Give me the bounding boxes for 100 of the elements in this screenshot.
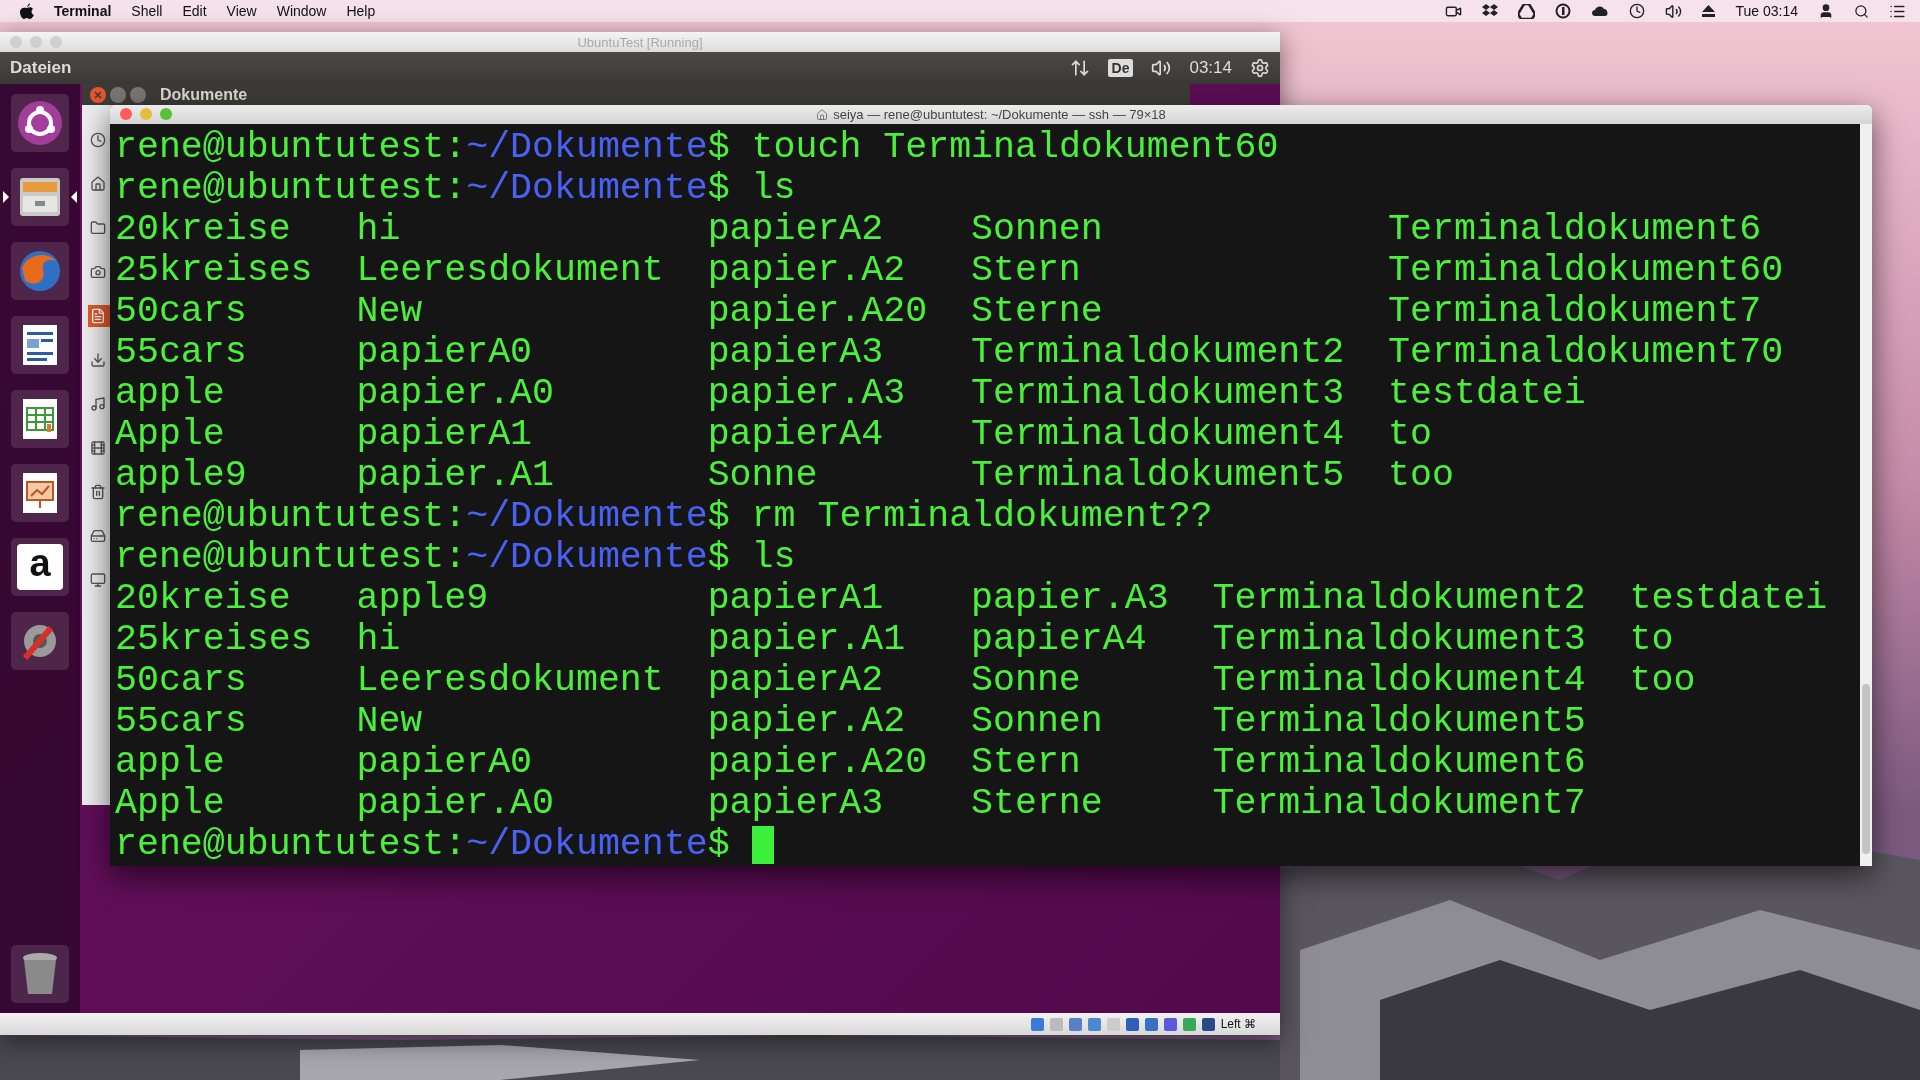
file-name: testdatei bbox=[1629, 578, 1829, 619]
command-text: ls bbox=[751, 537, 796, 578]
close-button[interactable] bbox=[90, 86, 106, 103]
launcher-item[interactable] bbox=[11, 94, 69, 152]
file-name: Terminaldokument2 bbox=[971, 332, 1346, 373]
device-icon[interactable] bbox=[1068, 1017, 1082, 1031]
file-name: Terminaldokument2 bbox=[1212, 578, 1587, 619]
launcher-item[interactable] bbox=[11, 316, 69, 374]
device-icon[interactable] bbox=[1144, 1017, 1158, 1031]
menu-clock[interactable]: Tue 03:14 bbox=[1735, 3, 1798, 19]
shell-prompt: rene@ubuntutest:~/Dokumente$ bbox=[115, 168, 730, 209]
apple-icon[interactable] bbox=[20, 3, 34, 19]
file-name: papier.A2 bbox=[707, 701, 907, 742]
app-title: Dateien bbox=[10, 58, 72, 78]
shell-prompt: rene@ubuntutest:~/Dokumente$ bbox=[115, 127, 730, 168]
file-name: New bbox=[356, 701, 424, 742]
command-text: touch Terminaldokument60 bbox=[751, 127, 1279, 168]
file-name: papierA0 bbox=[356, 332, 534, 373]
file-name: papier.A1 bbox=[356, 455, 555, 496]
file-name: Sonne bbox=[971, 660, 1082, 701]
file-name: Terminaldokument7 bbox=[1212, 783, 1587, 824]
file-name: papierA4 bbox=[971, 619, 1148, 660]
menu-item[interactable]: Shell bbox=[131, 3, 163, 19]
launcher-item[interactable] bbox=[11, 464, 69, 522]
command-text: ls bbox=[751, 168, 796, 209]
file-name: papierA1 bbox=[356, 414, 534, 455]
file-name: 20kreise bbox=[115, 209, 292, 250]
device-icon[interactable] bbox=[1201, 1017, 1215, 1031]
menu-item[interactable]: Help bbox=[346, 3, 376, 19]
file-name: Terminaldokument3 bbox=[1212, 619, 1587, 660]
file-name: apple bbox=[115, 373, 226, 414]
file-name: New bbox=[356, 291, 424, 332]
device-icon[interactable] bbox=[1125, 1017, 1139, 1031]
file-name: Terminaldokument60 bbox=[1388, 250, 1785, 291]
file-name: papierA4 bbox=[707, 414, 885, 455]
keyboard-layout-indicator[interactable]: De bbox=[1107, 59, 1134, 77]
cloud-icon[interactable] bbox=[1591, 4, 1610, 18]
shell-prompt: rene@ubuntutest:~/Dokumente$ bbox=[115, 537, 730, 578]
file-name: 25kreises bbox=[115, 619, 314, 660]
search-icon[interactable] bbox=[1854, 3, 1869, 19]
file-name: Stern bbox=[971, 250, 1082, 291]
dash-icon bbox=[17, 100, 63, 146]
file-name: Terminaldokument5 bbox=[1212, 701, 1587, 742]
device-icon[interactable] bbox=[1087, 1017, 1101, 1031]
file-name: Terminaldokument3 bbox=[971, 373, 1346, 414]
launcher-item[interactable] bbox=[11, 945, 69, 1003]
file-name: apple9 bbox=[356, 578, 490, 619]
file-name: 55cars bbox=[115, 701, 248, 742]
close-button[interactable] bbox=[120, 108, 132, 120]
panel-clock[interactable]: 03:14 bbox=[1189, 58, 1232, 78]
file-name: papierA2 bbox=[707, 209, 885, 250]
file-name: 55cars bbox=[115, 332, 248, 373]
launcher-item[interactable] bbox=[11, 390, 69, 448]
device-icon[interactable] bbox=[1030, 1017, 1044, 1031]
file-name: Terminaldokument4 bbox=[1212, 660, 1587, 701]
file-name: Leeresdokument bbox=[356, 250, 665, 291]
app-menu[interactable]: Terminal bbox=[54, 3, 112, 19]
shell-prompt: rene@ubuntutest:~/Dokumente$ bbox=[115, 496, 730, 537]
eject-icon[interactable] bbox=[1702, 5, 1716, 17]
window-title: seiya — rene@ubuntutest: ~/Dokumente — ssh — 79×18 bbox=[833, 107, 1166, 122]
trash-icon bbox=[20, 952, 60, 996]
file-name: Terminaldokument4 bbox=[971, 414, 1346, 455]
close-icon bbox=[94, 90, 102, 99]
menu-item[interactable]: Edit bbox=[182, 3, 207, 19]
device-icon[interactable] bbox=[1163, 1017, 1177, 1031]
menu-item[interactable]: Window bbox=[276, 3, 327, 19]
file-name: papierA1 bbox=[707, 578, 885, 619]
scrollbar[interactable] bbox=[1860, 124, 1872, 866]
file-name: 50cars bbox=[115, 291, 248, 332]
file-name: hi bbox=[356, 209, 402, 250]
volume-icon[interactable] bbox=[1151, 58, 1172, 78]
network-arrows-icon[interactable] bbox=[1069, 58, 1090, 78]
file-name: Sonnen bbox=[971, 209, 1104, 250]
file-name: 50cars bbox=[115, 660, 248, 701]
box-icon[interactable] bbox=[1482, 3, 1499, 19]
home-icon bbox=[816, 108, 829, 121]
file-name: Terminaldokument70 bbox=[1388, 332, 1785, 373]
sidebar-icon[interactable] bbox=[88, 305, 112, 327]
file-name: papier.A0 bbox=[356, 373, 555, 414]
file-name: Terminaldokument6 bbox=[1212, 742, 1587, 783]
command-text: rm Terminaldokument?? bbox=[751, 496, 1213, 537]
clock-icon[interactable] bbox=[1629, 3, 1646, 19]
volume-icon[interactable] bbox=[1665, 2, 1683, 20]
shell-prompt: rene@ubuntutest:~/Dokumente$ bbox=[115, 824, 730, 865]
file-name: 20kreise bbox=[115, 578, 292, 619]
file-name: Sonnen bbox=[971, 701, 1104, 742]
file-name: papier.A0 bbox=[356, 783, 555, 824]
store-logo: a bbox=[17, 544, 63, 590]
file-name: testdatei bbox=[1388, 373, 1587, 414]
menu-item[interactable]: View bbox=[226, 3, 257, 19]
maximize-button[interactable] bbox=[130, 86, 146, 103]
user-icon[interactable] bbox=[1818, 3, 1834, 19]
launcher-item[interactable]: a bbox=[11, 538, 69, 596]
file-name: papier.A2 bbox=[707, 250, 907, 291]
file-name: papier.A20 bbox=[707, 291, 929, 332]
file-name: papier.A3 bbox=[971, 578, 1170, 619]
minimize-button[interactable] bbox=[110, 86, 126, 103]
gear-icon[interactable] bbox=[1250, 58, 1270, 78]
file-name: Apple bbox=[115, 783, 226, 824]
file-name: Sterne bbox=[971, 291, 1104, 332]
